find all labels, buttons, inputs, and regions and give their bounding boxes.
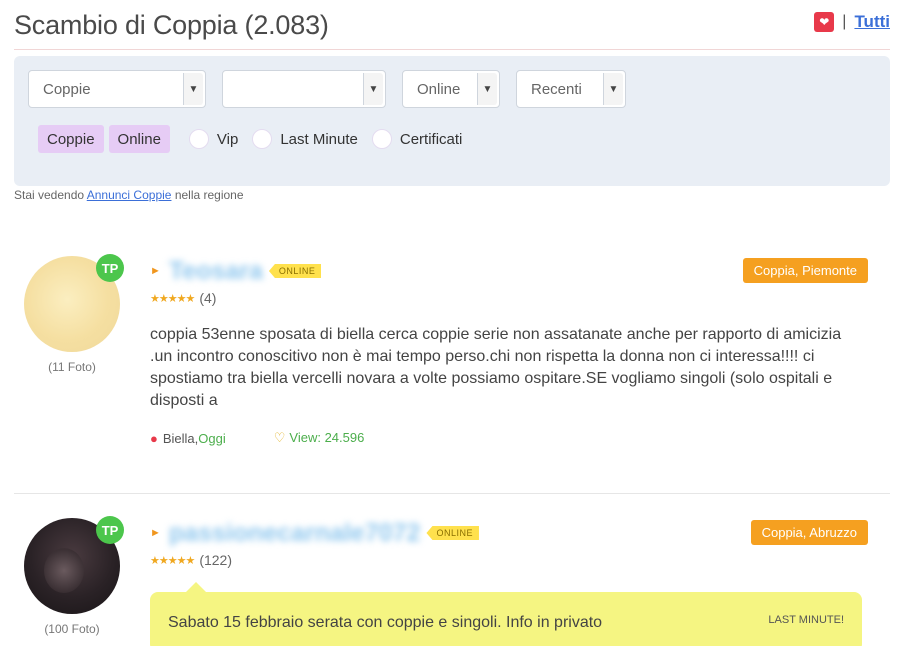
radio-circle[interactable] bbox=[188, 129, 209, 149]
bullet-icon: ► bbox=[150, 265, 161, 277]
listing-content: ► passionecarnale7072 ONLINE Coppia, Abr… bbox=[150, 518, 880, 646]
listing-content: ► Teosara ONLINE Coppia, Piemonte ★★★★★ … bbox=[150, 256, 880, 446]
last-seen: Oggi bbox=[198, 430, 226, 446]
type-select-value: Coppie bbox=[43, 80, 91, 98]
type-select[interactable]: Coppie ▼ bbox=[28, 70, 206, 108]
avatar[interactable]: TP bbox=[24, 516, 124, 614]
radio-label: Certificati bbox=[399, 130, 463, 148]
separator: | bbox=[842, 13, 847, 30]
info-prefix: Stai vedendo bbox=[14, 188, 85, 202]
radio-circle[interactable] bbox=[252, 129, 273, 149]
tp-badge: TP bbox=[96, 516, 124, 544]
online-tag: ONLINE bbox=[426, 526, 479, 540]
region-badge[interactable]: Coppia, Piemonte bbox=[742, 258, 868, 283]
rating-count: (122) bbox=[199, 552, 232, 568]
heart-outline-icon: ♡ bbox=[273, 430, 286, 445]
chevron-down-icon[interactable]: ▼ bbox=[603, 73, 623, 105]
sort-select[interactable]: Recenti ▼ bbox=[516, 70, 626, 108]
avatar-wrap: TP (100 Foto) bbox=[24, 516, 124, 636]
username[interactable]: passionecarnale7072 bbox=[169, 519, 421, 548]
username[interactable]: Teosara bbox=[169, 257, 263, 286]
chip-coppie[interactable]: Coppie bbox=[38, 125, 104, 153]
views: ♡ View: 24.596 bbox=[274, 430, 365, 446]
radio-vip[interactable]: Vip bbox=[188, 129, 239, 149]
stars-icon: ★★★★★ bbox=[150, 292, 195, 305]
bullet-icon: ► bbox=[150, 527, 161, 539]
filter-chips: Coppie Online Vip Last Minute Certificat… bbox=[38, 125, 462, 153]
radio-label: Last Minute bbox=[280, 130, 358, 148]
radio-label: Vip bbox=[216, 130, 239, 148]
rating-count: (4) bbox=[199, 290, 217, 306]
annunci-link[interactable]: Annunci Coppie bbox=[87, 188, 172, 202]
info-line: Stai vedendo Annunci Coppie nella region… bbox=[14, 188, 244, 202]
filter-panel: Coppie ▼ ▼ Online ▼ Recenti ▼ Coppie Onl… bbox=[14, 56, 890, 186]
photo-count[interactable]: (11 Foto) bbox=[24, 360, 120, 374]
rating: ★★★★★ (122) bbox=[150, 552, 880, 568]
chevron-down-icon[interactable]: ▼ bbox=[477, 73, 497, 105]
listing-item: TP (11 Foto) ► Teosara ONLINE Coppia, Pi… bbox=[14, 254, 890, 486]
page-header: Scambio di Coppia (2.083) ❤ | Tutti bbox=[14, 8, 890, 50]
region-badge[interactable]: Coppia, Abruzzo bbox=[750, 520, 868, 545]
chevron-down-icon[interactable]: ▼ bbox=[183, 73, 203, 105]
radio-last-minute[interactable]: Last Minute bbox=[252, 129, 358, 149]
views-count: View: 24.596 bbox=[289, 430, 365, 445]
listing-item: TP (100 Foto) ► passionecarnale7072 ONLI… bbox=[14, 516, 890, 646]
info-suffix: nella regione bbox=[174, 188, 244, 202]
rating: ★★★★★ (4) bbox=[150, 290, 880, 306]
avatar[interactable]: TP bbox=[24, 254, 124, 352]
status-select-value: Online bbox=[417, 80, 461, 98]
status-select[interactable]: Online ▼ bbox=[402, 70, 500, 108]
chevron-down-icon[interactable]: ▼ bbox=[363, 73, 383, 105]
chip-online[interactable]: Online bbox=[108, 125, 170, 153]
location-pin-icon: ● bbox=[150, 430, 158, 446]
region-select[interactable]: ▼ bbox=[222, 70, 386, 108]
divider bbox=[14, 493, 890, 494]
stars-icon: ★★★★★ bbox=[150, 554, 195, 567]
photo-count[interactable]: (100 Foto) bbox=[24, 622, 120, 636]
radio-certificati[interactable]: Certificati bbox=[371, 129, 463, 149]
city: Biella bbox=[162, 430, 195, 446]
listing-description: coppia 53enne sposata di biella cerca co… bbox=[150, 326, 842, 409]
online-tag: ONLINE bbox=[268, 264, 322, 278]
sort-select-value: Recenti bbox=[531, 80, 582, 98]
radio-circle[interactable] bbox=[371, 129, 392, 149]
meta-row: ● Biella , Oggi ♡ View: 24.596 bbox=[150, 430, 880, 446]
last-minute-text: Sabato 15 febbraio serata con coppie e s… bbox=[168, 614, 603, 631]
last-minute-box: Sabato 15 febbraio serata con coppie e s… bbox=[150, 582, 862, 646]
avatar-wrap: TP (11 Foto) bbox=[24, 254, 124, 374]
header-actions: ❤ | Tutti bbox=[814, 12, 890, 32]
page-title: Scambio di Coppia (2.083) bbox=[14, 10, 329, 40]
last-minute-label: LAST MINUTE! bbox=[768, 614, 844, 626]
tp-badge: TP bbox=[96, 254, 124, 282]
heart-icon[interactable]: ❤ bbox=[814, 12, 835, 32]
all-link[interactable]: Tutti bbox=[854, 12, 890, 32]
